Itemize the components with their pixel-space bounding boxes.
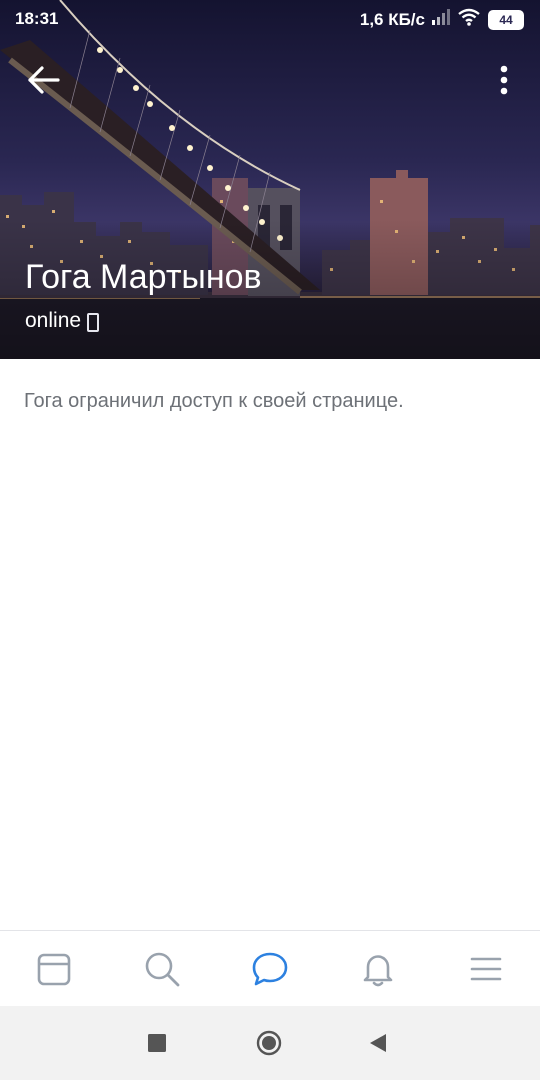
status-time: 18:31: [15, 9, 59, 28]
profile-online-status: online: [25, 309, 100, 333]
online-label: online: [25, 309, 82, 332]
wifi-icon: [457, 8, 481, 31]
bottom-tab-bar: [0, 930, 540, 1007]
profile-name: Гога Мартынов: [25, 258, 262, 296]
profile-screen: 18:31 1,6 КБ/с 44 Гога Мартынов online Г…: [0, 0, 540, 1080]
notifications-bell-icon: [363, 955, 393, 987]
tab-news-feed[interactable]: [34, 949, 74, 989]
system-back-button[interactable]: [366, 1030, 392, 1056]
tab-notifications[interactable]: [358, 949, 398, 989]
tab-search[interactable]: [142, 949, 182, 989]
battery-icon: 44: [488, 9, 524, 30]
signal-icon: [432, 9, 450, 30]
restricted-access-message: Гога ограничил доступ к своей странице.: [24, 390, 404, 412]
more-vertical-icon: [500, 65, 508, 95]
mobile-phone-icon: [87, 312, 100, 332]
status-bar: 18:31 1,6 КБ/с 44: [0, 0, 540, 38]
tab-messages[interactable]: [250, 949, 290, 989]
news-feed-icon: [37, 953, 71, 986]
back-button[interactable]: [24, 62, 64, 98]
arrow-left-icon: [28, 66, 60, 94]
menu-icon: [470, 957, 502, 981]
battery-level: 44: [488, 9, 524, 30]
recent-apps-button[interactable]: [144, 1030, 170, 1056]
home-icon: [256, 1030, 282, 1056]
recent-apps-icon: [148, 1034, 166, 1052]
back-triangle-icon: [370, 1034, 386, 1052]
status-right-group: 1,6 КБ/с 44: [360, 8, 524, 31]
messages-icon: [252, 952, 288, 986]
system-navigation-bar: [0, 1006, 540, 1080]
search-icon: [145, 952, 180, 987]
home-button[interactable]: [256, 1030, 282, 1056]
more-options-button[interactable]: [492, 62, 516, 98]
profile-cover-image: [0, 0, 540, 359]
tab-menu[interactable]: [466, 949, 506, 989]
network-speed: 1,6 КБ/с: [359, 9, 425, 29]
